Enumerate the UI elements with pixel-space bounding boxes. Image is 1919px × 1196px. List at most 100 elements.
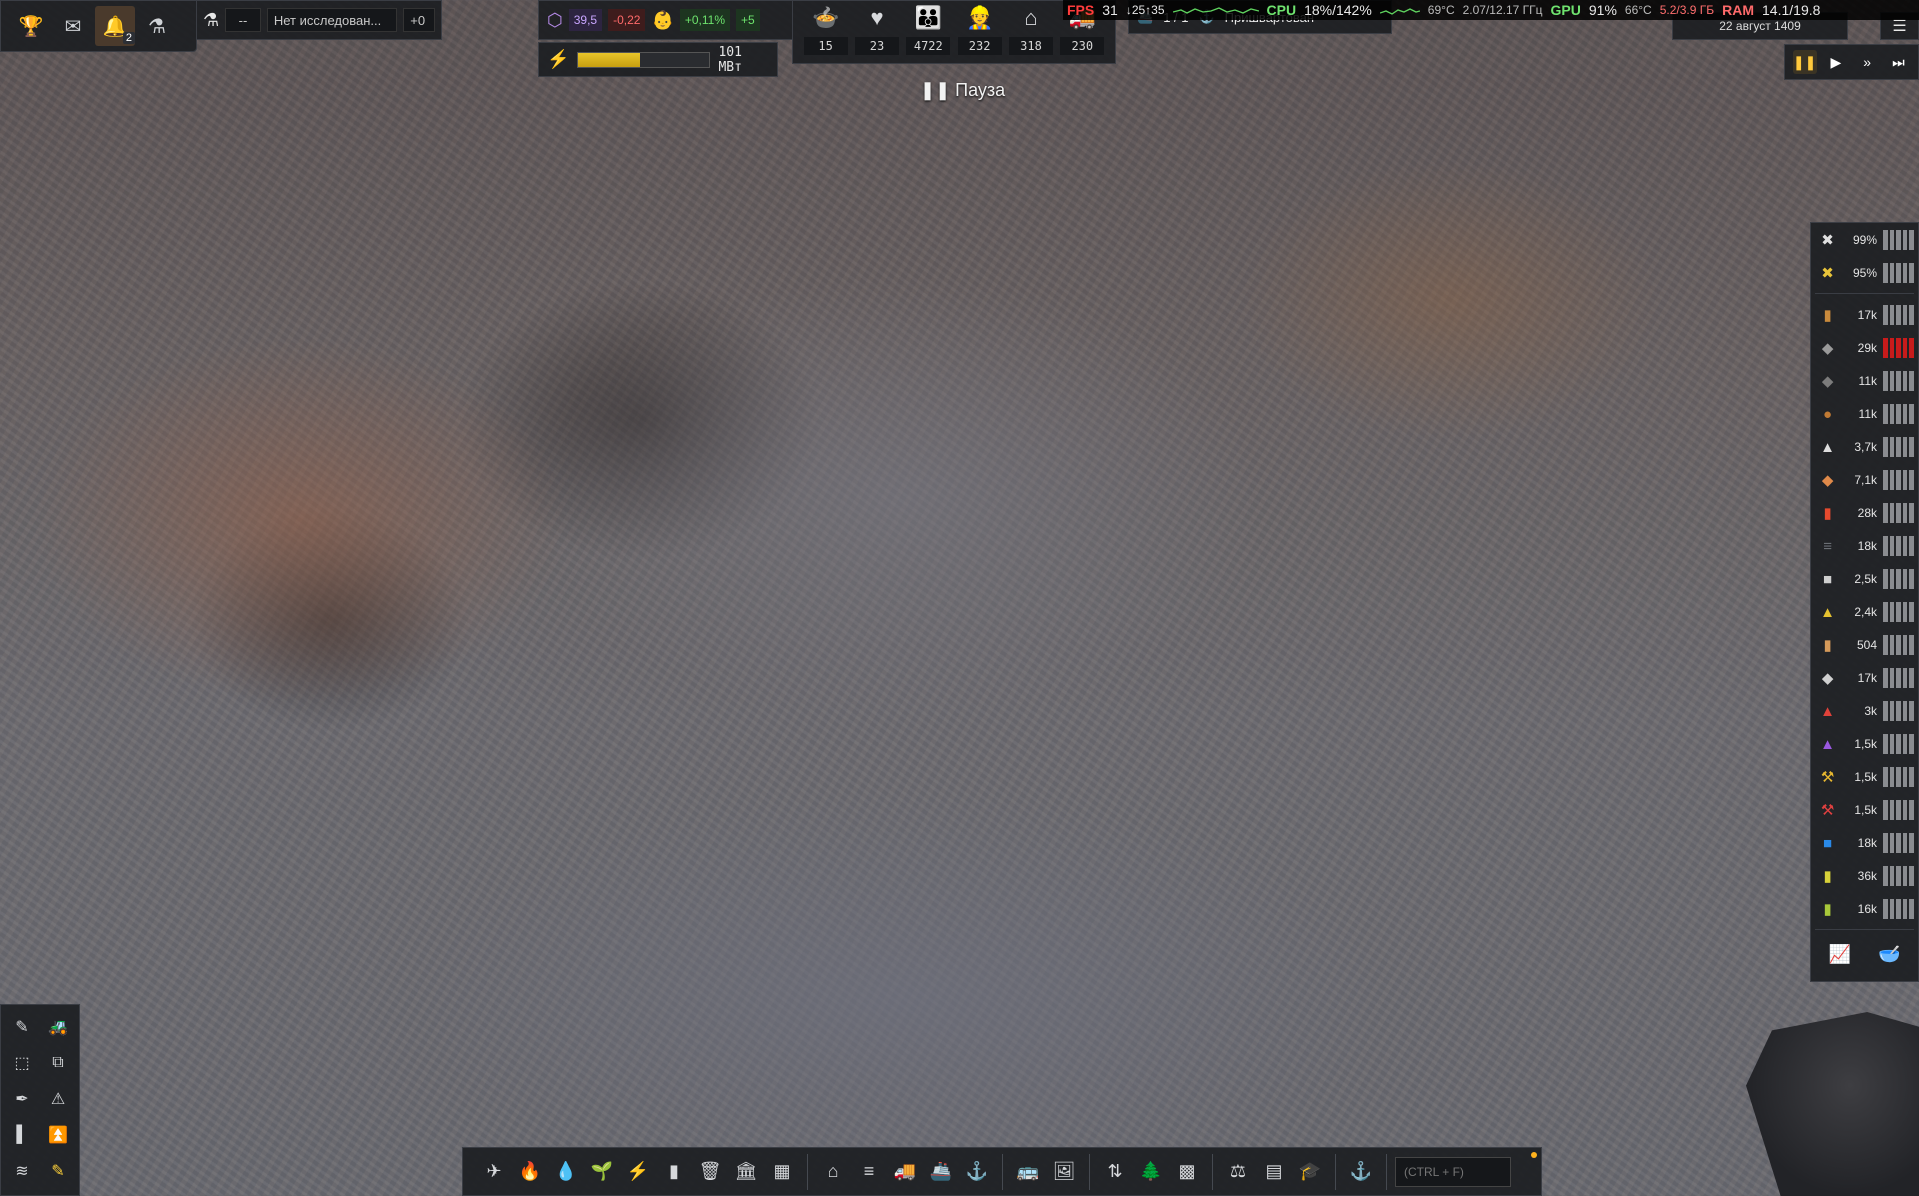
resource-row-yellow-tool[interactable]: ⚒ 1,5k <box>1815 764 1914 790</box>
level-bar <box>1902 305 1908 325</box>
build-category-button[interactable]: 🔥 <box>513 1155 547 1189</box>
build-category-button[interactable]: ⚖ <box>1221 1155 1255 1189</box>
level-bar <box>1902 371 1908 391</box>
resource-row-maintenance-2[interactable]: ✖ 95% <box>1815 260 1914 286</box>
build-category-button[interactable]: ▦ <box>765 1155 799 1189</box>
economy-panel: ⬡ 39,5 -0,22 👶 +0,11% +5 <box>538 0 793 40</box>
demolish-icon[interactable]: ✎ <box>7 1013 37 1041</box>
build-category-button[interactable]: 🏛 <box>729 1155 763 1189</box>
population-growth-icon[interactable]: 👶 <box>651 10 673 31</box>
unity-icon[interactable]: ⬡ <box>547 10 563 31</box>
population-stat-value: 318 <box>1008 37 1053 55</box>
level-bar <box>1883 569 1888 589</box>
research-panel[interactable]: ⚗ -- Нет исследован... +0 <box>196 0 442 40</box>
resource-row-wood[interactable]: ▮ 17k <box>1815 302 1914 328</box>
resource-row-rock[interactable]: ● 11k <box>1815 401 1914 427</box>
stats-chart-icon[interactable]: 📈 <box>1829 944 1851 965</box>
select-area-icon[interactable]: ⬚ <box>7 1049 37 1077</box>
resource-row-purple-parts[interactable]: ▲ 1,5k <box>1815 731 1914 757</box>
build-category-button[interactable]: ▤ <box>1257 1155 1291 1189</box>
resource-row-bricks[interactable]: ◆ 7,1k <box>1815 467 1914 493</box>
resource-value: 29k <box>1857 341 1878 355</box>
wood-icon: ▮ <box>1823 307 1832 324</box>
build-category-button[interactable]: ⇅ <box>1098 1155 1132 1189</box>
build-category-button[interactable]: ≡ <box>852 1155 886 1189</box>
level-bar <box>1896 503 1901 523</box>
tool-palette: ✎ 🚜 ⬚ ⧉ ✒ ⚠ ▌ ⏫ ≋ ✎ <box>0 1004 80 1196</box>
resource-list: ✖ 99% ✖ 95% ▮ 17k ◆ 29k ◆ 11k ● 11k ▲ 3,7k ◆ 7,1k ▮ 28k ≡ 1… <box>1815 227 1914 922</box>
upgrade-icon[interactable]: ⏫ <box>43 1121 73 1149</box>
fast-speed-button[interactable]: » <box>1855 50 1879 74</box>
level-bar <box>1896 701 1901 721</box>
edit-icon[interactable]: ✎ <box>43 1157 73 1185</box>
bulldozer-icon[interactable]: 🚜 <box>43 1013 73 1041</box>
build-category-button[interactable]: 🌱 <box>585 1155 619 1189</box>
resource-row-red-tool[interactable]: ⚒ 1,5k <box>1815 797 1914 823</box>
resource-row-coal-ore[interactable]: ◆ 29k <box>1815 335 1914 361</box>
build-category-button[interactable]: 🚢 <box>924 1155 958 1189</box>
build-category-button[interactable]: 💧 <box>549 1155 583 1189</box>
level-bar <box>1883 263 1888 283</box>
power-panel[interactable]: ⚡ 101 МВт <box>538 42 778 77</box>
research-timer: -- <box>225 8 261 32</box>
resource-row-construction-parts[interactable]: ▲ 3,7k <box>1815 434 1914 460</box>
build-category-button[interactable]: ⚡ <box>621 1155 655 1189</box>
fastest-speed-button[interactable]: ⏭ <box>1886 50 1910 74</box>
pause-speed-button[interactable]: ❚❚ <box>1792 50 1817 74</box>
resource-row-iron[interactable]: ≡ 18k <box>1815 533 1914 559</box>
build-category-button[interactable]: 🌲 <box>1134 1155 1168 1189</box>
red-parts-icon: ▲ <box>1820 702 1836 720</box>
resource-row-chemicals[interactable]: ▮ 16k <box>1815 896 1914 922</box>
population-stat[interactable]: 👪 4722 <box>904 5 953 59</box>
build-category-button[interactable]: ⚓ <box>1344 1155 1378 1189</box>
population-stat[interactable]: ⌂ 318 <box>1006 5 1055 59</box>
gpu-label: GPU <box>1550 2 1581 18</box>
flask-icon[interactable]: ⚗ <box>137 6 177 46</box>
resource-row-concrete[interactable]: ■ 2,5k <box>1815 566 1914 592</box>
trophy-icon[interactable]: 🏆 <box>11 6 51 46</box>
resource-row-steel[interactable]: ◆ 17k <box>1815 665 1914 691</box>
build-category-button[interactable]: ⚓ <box>960 1155 994 1189</box>
level-bar <box>1889 470 1895 490</box>
build-category-button[interactable]: 🗑 <box>693 1155 727 1189</box>
resource-row-fuel[interactable]: ▮ 28k <box>1815 500 1914 526</box>
build-category-button[interactable]: ✈ <box>477 1155 511 1189</box>
resource-row-stone[interactable]: ◆ 11k <box>1815 368 1914 394</box>
build-category-button[interactable]: 🖼 <box>1047 1155 1081 1189</box>
level-bar <box>1883 371 1888 391</box>
recipe-icon[interactable]: ⚠ <box>43 1085 73 1113</box>
priority-icon[interactable]: ▌ <box>7 1121 37 1149</box>
cpu-temp: 69°C <box>1427 3 1455 17</box>
build-category-button[interactable]: ▩ <box>1170 1155 1204 1189</box>
build-category-button[interactable]: 🎓 <box>1293 1155 1327 1189</box>
mail-icon[interactable]: ✉ <box>53 6 93 46</box>
resource-footer-divider <box>1815 929 1914 930</box>
build-category-button[interactable]: 🚚 <box>888 1155 922 1189</box>
resource-row-red-parts[interactable]: ▲ 3k <box>1815 698 1914 724</box>
notifications-button[interactable]: 🔔 2 <box>95 6 135 46</box>
resource-row-battery[interactable]: ▮ 36k <box>1815 863 1914 889</box>
resource-row-gold-parts[interactable]: ▲ 2,4k <box>1815 599 1914 625</box>
build-category-button[interactable]: 🚌 <box>1011 1155 1045 1189</box>
level-bar <box>1902 470 1908 490</box>
level-bar <box>1883 230 1888 250</box>
build-category-button[interactable]: ⌂ <box>816 1155 850 1189</box>
population-stat[interactable]: ♥ 23 <box>852 5 901 59</box>
resource-level-bars <box>1883 230 1914 250</box>
level-bar <box>1883 635 1888 655</box>
eyedropper-icon[interactable]: ✒ <box>7 1085 37 1113</box>
population-stat[interactable]: 👷 232 <box>955 5 1004 59</box>
layers-icon[interactable]: ≋ <box>7 1157 37 1185</box>
resource-row-maintenance-1[interactable]: ✖ 99% <box>1815 227 1914 253</box>
food-bowl-icon[interactable]: 🥣 <box>1878 944 1900 965</box>
play-speed-button[interactable]: ▶ <box>1824 50 1848 74</box>
resource-row-food-box[interactable]: ▮ 504 <box>1815 632 1914 658</box>
level-bar <box>1896 404 1901 424</box>
search-input[interactable] <box>1395 1156 1511 1187</box>
build-category-button[interactable]: ▮ <box>657 1155 691 1189</box>
population-stat[interactable]: 🍲 15 <box>801 5 850 59</box>
steel-icon: ◆ <box>1821 670 1834 687</box>
level-bar <box>1889 305 1895 325</box>
copy-icon[interactable]: ⧉ <box>43 1049 73 1077</box>
resource-row-water[interactable]: ■ 18k <box>1815 830 1914 856</box>
